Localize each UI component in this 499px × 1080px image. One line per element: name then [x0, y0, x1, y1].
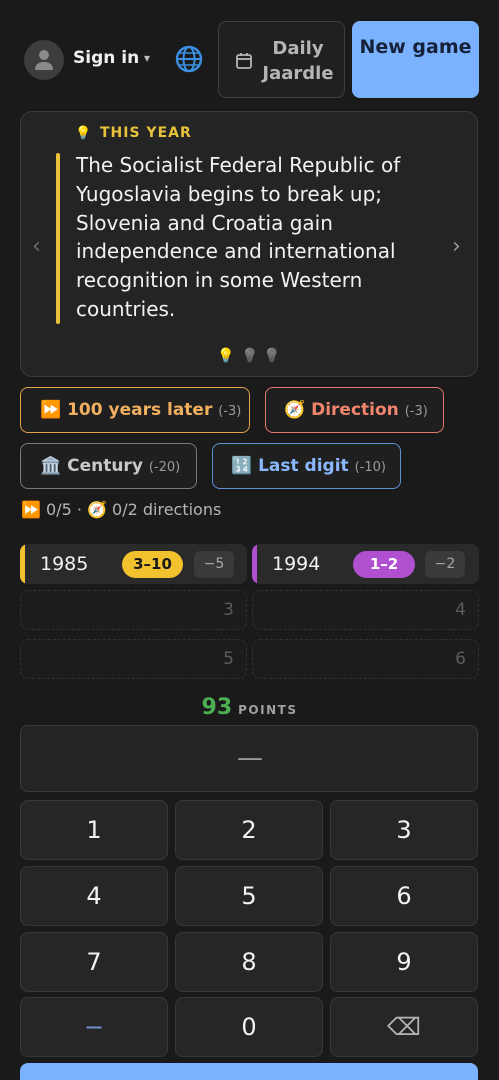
user-icon	[35, 50, 53, 70]
hint-cost: (-10)	[354, 460, 386, 475]
avatar[interactable]	[24, 40, 64, 80]
keypad-key-0[interactable]: 0	[175, 997, 323, 1057]
slot-number: 4	[455, 600, 466, 620]
numbers-icon: 🔢	[231, 456, 253, 476]
guess-delta-badge: −5	[194, 551, 234, 578]
globe-icon[interactable]	[175, 45, 203, 73]
slot-number: 5	[223, 649, 234, 669]
hint-label: Last digit	[258, 456, 349, 476]
guess-delta-badge: −2	[425, 551, 465, 578]
empty-guess-slot: 3	[20, 590, 247, 630]
keypad-key-7[interactable]: 7	[20, 932, 168, 992]
guess-range-badge: 3–10	[122, 551, 183, 578]
hint-label: 100 years later	[67, 400, 213, 420]
hint-label: Century	[67, 456, 143, 476]
new-game-label: New game	[359, 36, 472, 58]
submit-guess-button[interactable]	[20, 1063, 478, 1080]
hint-pagination: 💡 💡 💡	[217, 348, 287, 366]
hint-label: Direction	[311, 400, 399, 420]
hint-cost: (-3)	[404, 404, 428, 419]
guess-color-stripe	[252, 544, 257, 584]
hint-dot-active[interactable]: 💡	[217, 348, 234, 364]
hint-card: 💡 THIS YEAR The Socialist Federal Republ…	[20, 111, 478, 377]
previous-hint-icon[interactable]: ‹	[32, 234, 41, 259]
keypad-key-3[interactable]: 3	[330, 800, 478, 860]
guess-range-badge: 1–2	[353, 551, 415, 578]
keypad-key-minus[interactable]: −	[20, 997, 168, 1057]
keypad-key-2[interactable]: 2	[175, 800, 323, 860]
empty-guess-slot: 4	[252, 590, 479, 630]
compass-icon: 🧭	[284, 400, 306, 420]
header: Sign in ▾ Daily Jaardle New game	[0, 0, 499, 110]
lightbulb-icon: 💡	[75, 126, 92, 141]
guess-color-stripe	[20, 544, 25, 584]
guess-year: 1985	[40, 553, 89, 575]
hint-dot[interactable]: 💡	[263, 348, 280, 364]
new-game-button[interactable]: New game	[352, 21, 479, 98]
hint-dot[interactable]: 💡	[241, 348, 258, 364]
daily-jaardle-label: Daily Jaardle	[262, 38, 334, 84]
hint-eyebrow: THIS YEAR	[100, 125, 192, 141]
keypad-key-4[interactable]: 4	[20, 866, 168, 926]
keypad-key-6[interactable]: 6	[330, 866, 478, 926]
hint-progress: ⏩ 0/5 · 🧭 0/2 directions	[21, 500, 222, 519]
guess-input-display[interactable]: —	[20, 725, 478, 792]
classical-building-icon: 🏛️	[40, 456, 62, 476]
sign-in-link[interactable]: Sign in	[73, 48, 139, 68]
hint-direction-button[interactable]: 🧭 Direction (-3)	[265, 387, 444, 433]
points-value: 93	[201, 695, 233, 720]
keypad-key-9[interactable]: 9	[330, 932, 478, 992]
empty-guess-slot: 5	[20, 639, 247, 679]
guess-year: 1994	[272, 553, 321, 575]
hint-accent-bar	[56, 153, 60, 324]
hint-last-digit-button[interactable]: 🔢 Last digit (-10)	[212, 443, 401, 489]
slot-number: 3	[223, 600, 234, 620]
points-label: POINTS	[238, 703, 298, 717]
hint-text: The Socialist Federal Republic of Yugosl…	[76, 153, 401, 321]
hint-cost: (-3)	[218, 404, 242, 419]
guess-row: 1994 1–2 −2	[252, 544, 479, 584]
daily-jaardle-button[interactable]: Daily Jaardle	[218, 21, 345, 98]
next-hint-icon[interactable]: ›	[452, 234, 461, 259]
backspace-icon[interactable]: ⌫	[330, 997, 478, 1057]
guess-input-value: —	[237, 743, 263, 773]
guess-row: 1985 3–10 −5	[20, 544, 247, 584]
empty-guess-slot: 6	[252, 639, 479, 679]
hint-cost: (-20)	[148, 460, 181, 475]
slot-number: 6	[455, 649, 466, 669]
hint-century-button[interactable]: 🏛️ Century (-20)	[20, 443, 197, 489]
chevron-down-icon[interactable]: ▾	[144, 51, 150, 65]
hint-100-years-later-button[interactable]: ⏩ 100 years later (-3)	[20, 387, 250, 433]
fast-forward-icon: ⏩	[40, 400, 62, 420]
keypad-key-1[interactable]: 1	[20, 800, 168, 860]
keypad-key-5[interactable]: 5	[175, 866, 323, 926]
points-display: 93 POINTS	[0, 695, 499, 720]
keypad-key-8[interactable]: 8	[175, 932, 323, 992]
calendar-icon	[236, 53, 252, 69]
